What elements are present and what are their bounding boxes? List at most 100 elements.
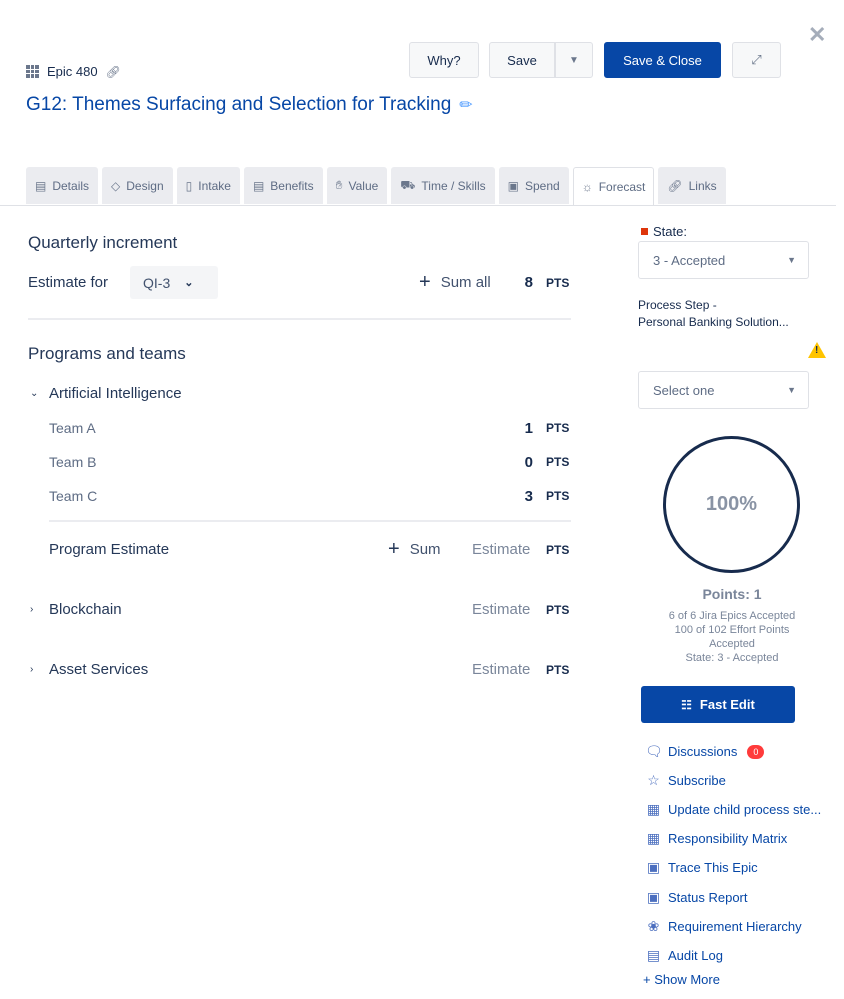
warning-icon: ! [808, 342, 826, 358]
subscribe-link[interactable]: ☆ Subscribe [645, 766, 821, 795]
close-icon[interactable]: ✕ [808, 22, 826, 48]
link-label: Trace This Epic [668, 860, 758, 876]
show-more-link[interactable]: + Show More [643, 972, 720, 987]
chevron-down-icon: ⌄ [184, 277, 194, 289]
grid-icon: ▦ [646, 830, 661, 847]
window-icon: ▣ [646, 859, 661, 876]
points-summary: Points: 1 [702, 586, 762, 602]
save-button[interactable]: Save [489, 42, 555, 78]
estimate-for-label: Estimate for [28, 274, 109, 291]
sum-all-button[interactable]: + Sum all [419, 272, 491, 292]
expand-icon[interactable]: ⤢ [732, 42, 781, 78]
chat-icon: 🗨︎ [645, 743, 663, 760]
process-step-value: Personal Banking Solution... [638, 315, 789, 329]
discussions-link[interactable]: 🗨︎ Discussions 0 [645, 737, 821, 766]
progress-percent: 100% [705, 493, 758, 515]
thumbs-up-icon: ✋︎ [335, 178, 343, 192]
sidebar-actions: 🗨︎ Discussions 0 ☆ Subscribe ▦ Update ch… [645, 737, 821, 970]
tab-label: Design [126, 178, 164, 193]
program-toggle-artificial-intelligence[interactable]: ⌄ Artificial Intelligence [30, 385, 182, 402]
team-points[interactable]: 0 [503, 454, 533, 471]
process-step-label: Process Step - [638, 298, 717, 312]
diamond-icon: ◇ [111, 178, 121, 193]
program-toggle-blockchain[interactable]: › Blockchain [30, 601, 122, 618]
sum-all-label: Sum all [440, 273, 491, 291]
discussions-count-badge: 0 [747, 744, 765, 759]
tab-label: Time / Skills [421, 178, 486, 193]
epic-grid-icon [26, 65, 39, 78]
trace-epic-link[interactable]: ▣ Trace This Epic [645, 853, 821, 882]
tab-forecast[interactable]: ☼ Forecast [572, 167, 655, 206]
epic-identifier: Epic 480 🔗︎ [26, 64, 121, 79]
chevron-down-icon: ⌄ [30, 388, 39, 399]
program-toggle-asset-services[interactable]: › Asset Services [30, 661, 148, 678]
tab-time-skills[interactable]: ⛟ Time / Skills [391, 167, 495, 204]
tab-spend[interactable]: ▣ Spend [498, 167, 569, 204]
tab-links[interactable]: 🔗︎ Links [658, 167, 726, 204]
link-label: Requirement Hierarchy [668, 918, 802, 934]
epic-label: Epic 480 [47, 64, 98, 79]
tab-label: Value [348, 178, 379, 193]
tab-label: Links [688, 178, 717, 193]
log-icon: ▤ [646, 946, 661, 963]
team-name: Team B [49, 454, 97, 470]
plus-icon: + [419, 271, 431, 293]
estimate-input[interactable]: Estimate [472, 541, 530, 558]
status-report-link[interactable]: ▣ Status Report [645, 882, 821, 911]
pts-label: PTS [546, 663, 570, 677]
estimate-input[interactable]: Estimate [472, 661, 530, 678]
tab-design[interactable]: ◇ Design [102, 167, 173, 204]
edit-hierarchy-icon: ☷ [681, 697, 692, 712]
stat-line: 100 of 102 Effort Points [674, 624, 790, 636]
pts-label: PTS [546, 543, 570, 557]
audit-log-link[interactable]: ▤ Audit Log [645, 941, 821, 970]
team-points[interactable]: 3 [503, 488, 533, 505]
window-icon: ▣ [646, 888, 661, 905]
save-close-button[interactable]: Save & Close [604, 42, 721, 78]
program-estimate-label: Program Estimate [49, 541, 170, 558]
sum-button[interactable]: + Sum [388, 539, 441, 559]
briefcase-icon: ▤ [252, 178, 265, 193]
pts-label: PTS [546, 455, 570, 469]
list-icon: ▤ [35, 178, 47, 193]
process-step-select[interactable]: Select one ▼ [638, 371, 809, 409]
link-label: Audit Log [668, 947, 723, 963]
program-name: Artificial Intelligence [49, 385, 182, 402]
pts-label: PTS [546, 603, 570, 617]
state-select[interactable]: 3 - Accepted ▼ [638, 241, 809, 279]
tab-intake[interactable]: ▯ Intake [176, 167, 240, 204]
section-divider [28, 318, 571, 320]
epic-title: G12: Themes Surfacing and Selection for … [26, 94, 452, 115]
tab-details[interactable]: ▤ Details [26, 167, 99, 204]
responsibility-matrix-link[interactable]: ▦ Responsibility Matrix [645, 824, 821, 853]
total-points: 8 [524, 274, 533, 291]
update-child-process-link[interactable]: ▦ Update child process ste... [645, 795, 821, 824]
tab-benefits[interactable]: ▤ Benefits [243, 167, 323, 204]
estimate-input[interactable]: Estimate [472, 601, 530, 618]
state-label: State: [641, 224, 687, 239]
requirement-hierarchy-link[interactable]: ❀ Requirement Hierarchy [645, 912, 821, 941]
why-button[interactable]: Why? [409, 42, 479, 78]
link-label: Discussions [668, 744, 738, 760]
save-options-chevron-down-icon[interactable]: ▼ [555, 42, 593, 78]
stat-line: Accepted [709, 638, 755, 650]
sun-icon: ☼ [581, 179, 593, 194]
tab-label: Benefits [270, 178, 314, 193]
stat-line: 6 of 6 Jira Epics Accepted [668, 610, 796, 622]
tab-label: Details [52, 178, 90, 193]
team-divider [49, 520, 571, 522]
tab-divider [0, 205, 836, 206]
tab-bar: ▤ Details ◇ Design ▯ Intake ▤ Benefits ✋︎ Val… [26, 167, 726, 206]
process-step: Process Step - Personal Banking Solution… [638, 297, 813, 331]
tab-label: Intake [198, 178, 231, 193]
qi-select[interactable]: QI-3 ⌄ [130, 266, 218, 299]
pencil-icon[interactable]: ✏︎ [459, 95, 472, 115]
tab-value[interactable]: ✋︎ Value [326, 167, 388, 204]
star-icon: ☆ [647, 772, 660, 789]
fast-edit-button[interactable]: ☷ Fast Edit [641, 686, 795, 723]
link-label: Subscribe [668, 773, 726, 789]
team-points[interactable]: 1 [503, 420, 533, 437]
link-icon[interactable]: 🔗︎ [106, 65, 121, 79]
chevron-down-icon: ▼ [787, 385, 796, 395]
sum-label: Sum [409, 540, 441, 558]
